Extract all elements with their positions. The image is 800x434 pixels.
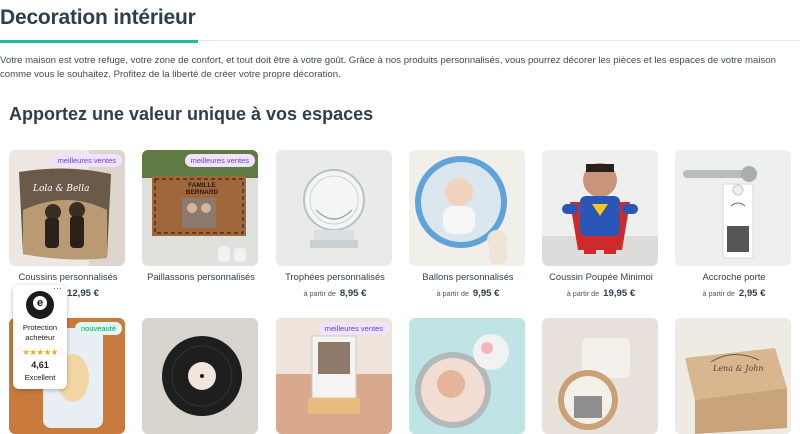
candle-photo-image[interactable] [542,318,658,434]
product-name[interactable]: Ballons personnalisés [409,271,527,282]
product-name[interactable]: Accroche porte [675,271,793,282]
balloon-image[interactable] [409,150,525,266]
more-options-icon[interactable]: ··· [53,283,62,293]
product-price: à partir de 19,95 € [566,288,636,299]
doormat-print-text: FAMILLE BERNARD [185,182,219,196]
page-title: Decoration intérieur [0,6,196,29]
intro-paragraph: Votre maison est votre refuge, votre zon… [0,55,776,80]
product-name[interactable]: Coussins personnalisés [9,271,127,282]
product-price: à partir de 2,95 € [702,288,766,299]
cushion-image[interactable]: Lola & Bella [9,150,125,266]
minimoi-image[interactable] [542,150,658,266]
product-price: à partir de 8,95 € [303,288,367,299]
trust-label: Protection acheteur [22,323,58,342]
bestseller-badge: meilleures ventes [318,322,389,335]
bestseller-badge: meilleures ventes [184,154,255,167]
rating-score: 4,61 [31,360,49,370]
vinyl-image[interactable] [142,318,258,434]
rating-stars-icon: ★★★★★ [22,347,58,357]
product-price: à partir de 9,95 € [436,288,500,299]
doormat-image[interactable]: FAMILLE BERNARD [142,150,258,266]
trophy-image[interactable] [276,150,392,266]
new-badge: nouveauté [75,322,123,335]
section-title: Apportez une valeur unique à vos espaces [9,104,374,124]
product-name[interactable]: Trophées personnalisés [276,271,394,282]
trust-seal-icon: e [26,291,54,319]
product-name[interactable]: Paillassons personnalisés [142,271,260,282]
title-underline-accent [0,40,198,43]
bestseller-badge: meilleures ventes [51,154,122,167]
trusted-shops-badge[interactable]: ··· e Protection acheteur ★★★★★ 4,61 Exc… [13,283,67,389]
rating-verdict: Excellent [24,373,56,382]
box-engraving-text: Lena & John [713,364,764,373]
door-hanger-image[interactable] [675,150,791,266]
cushion-print-text: Lola & Bella [33,184,90,194]
frame-image[interactable] [276,318,392,434]
tin-image[interactable] [409,318,525,434]
product-name[interactable]: Coussin Poupée Minimoi [542,271,660,282]
wood-box-image[interactable]: Lena & John [675,318,791,434]
